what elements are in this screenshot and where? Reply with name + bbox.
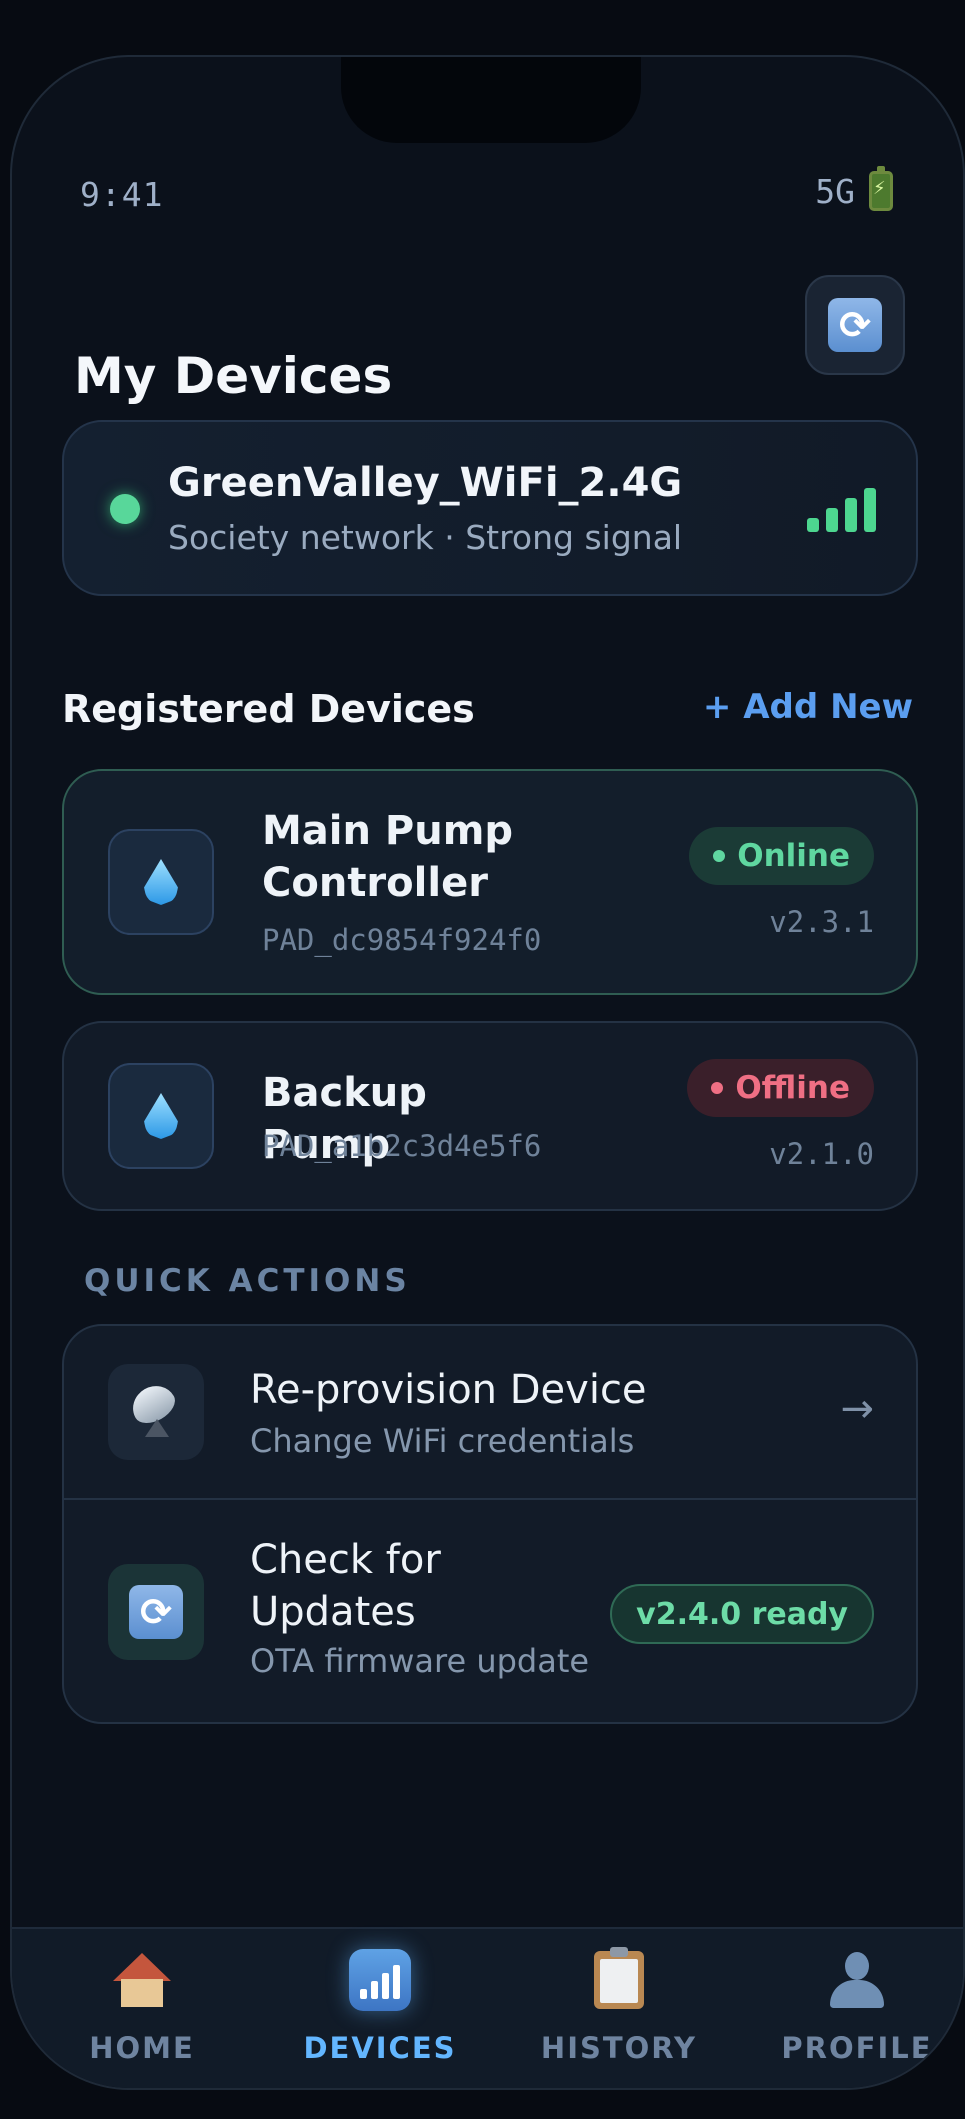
action-reprovision-device[interactable]: Re-provision Device Change WiFi credenti… (64, 1326, 916, 1500)
refresh-icon: ⟳ (828, 298, 882, 352)
online-dot-icon (713, 850, 726, 862)
bottom-tab-bar: HOME DEVICES HISTORY PROFILE (12, 1927, 963, 2088)
water-drop-icon (108, 829, 214, 935)
tab-label: PROFILE (781, 2031, 933, 2065)
house-icon (111, 1949, 173, 2011)
add-new-button[interactable]: + Add New (703, 687, 913, 727)
device-id: PAD_a1b2c3d4e5f6 (262, 1129, 542, 1163)
satellite-dish-icon (108, 1364, 204, 1460)
water-drop-icon (108, 1063, 214, 1169)
refresh-button[interactable]: ⟳ (805, 275, 905, 375)
page-title: My Devices (74, 347, 393, 405)
tab-home[interactable]: HOME (32, 1929, 252, 2088)
wifi-card[interactable]: GreenValley_WiFi_2.4G Society network · … (62, 420, 918, 596)
tab-history[interactable]: HISTORY (509, 1929, 729, 2088)
person-icon (826, 1949, 888, 2011)
tab-devices[interactable]: DEVICES (270, 1929, 490, 2088)
signal-bars-icon (807, 488, 876, 532)
tab-label: DEVICES (303, 2031, 457, 2065)
update-ready-badge[interactable]: v2.4.0 ready (610, 1584, 874, 1644)
bar-chart-icon (349, 1949, 411, 2011)
quick-actions-title: QUICK ACTIONS (84, 1263, 411, 1299)
device-card-main-pump[interactable]: Main Pump Controller PAD_dc9854f924f0 On… (62, 769, 918, 995)
status-time: 9:41 (80, 175, 164, 214)
status-right: 5G (815, 166, 893, 211)
action-label: Re-provision Device (250, 1367, 647, 1413)
arrow-right-icon: → (840, 1386, 874, 1432)
wifi-status-dot (110, 494, 140, 524)
quick-actions-card: Re-provision Device Change WiFi credenti… (62, 1324, 918, 1724)
action-subtitle: OTA firmware update (250, 1642, 590, 1680)
status-badge: Offline (687, 1059, 874, 1117)
registered-devices-title: Registered Devices (62, 687, 475, 731)
status-badge: Online (689, 827, 874, 885)
wifi-ssid: GreenValley_WiFi_2.4G (168, 460, 683, 506)
device-card-backup-pump[interactable]: Backup Pump PAD_a1b2c3d4e5f6 Offline v2.… (62, 1021, 918, 1211)
notch (341, 57, 641, 143)
action-label: Check for Updates (250, 1537, 441, 1635)
sync-icon: ⟳ (108, 1564, 204, 1660)
action-subtitle: Change WiFi credentials (250, 1422, 635, 1460)
firmware-version: v2.1.0 (769, 1137, 874, 1171)
tab-label: HOME (89, 2031, 195, 2065)
device-name: Main Pump Controller (262, 808, 514, 906)
offline-dot-icon (711, 1082, 724, 1094)
status-badge-label: Online (737, 838, 850, 874)
tab-profile[interactable]: PROFILE (747, 1929, 963, 2088)
phone-frame: 9:41 5G My Devices ⟳ GreenValley_WiFi_2.… (10, 55, 965, 2090)
network-label: 5G (815, 171, 855, 211)
action-check-updates[interactable]: ⟳ Check for Updates OTA firmware update … (64, 1500, 916, 1722)
device-id: PAD_dc9854f924f0 (262, 923, 542, 957)
status-badge-label: Offline (735, 1070, 850, 1106)
wifi-subtitle: Society network · Strong signal (168, 518, 683, 557)
battery-icon (869, 166, 893, 211)
tab-label: HISTORY (540, 2031, 698, 2065)
clipboard-icon (588, 1947, 650, 2011)
firmware-version: v2.3.1 (769, 905, 874, 939)
